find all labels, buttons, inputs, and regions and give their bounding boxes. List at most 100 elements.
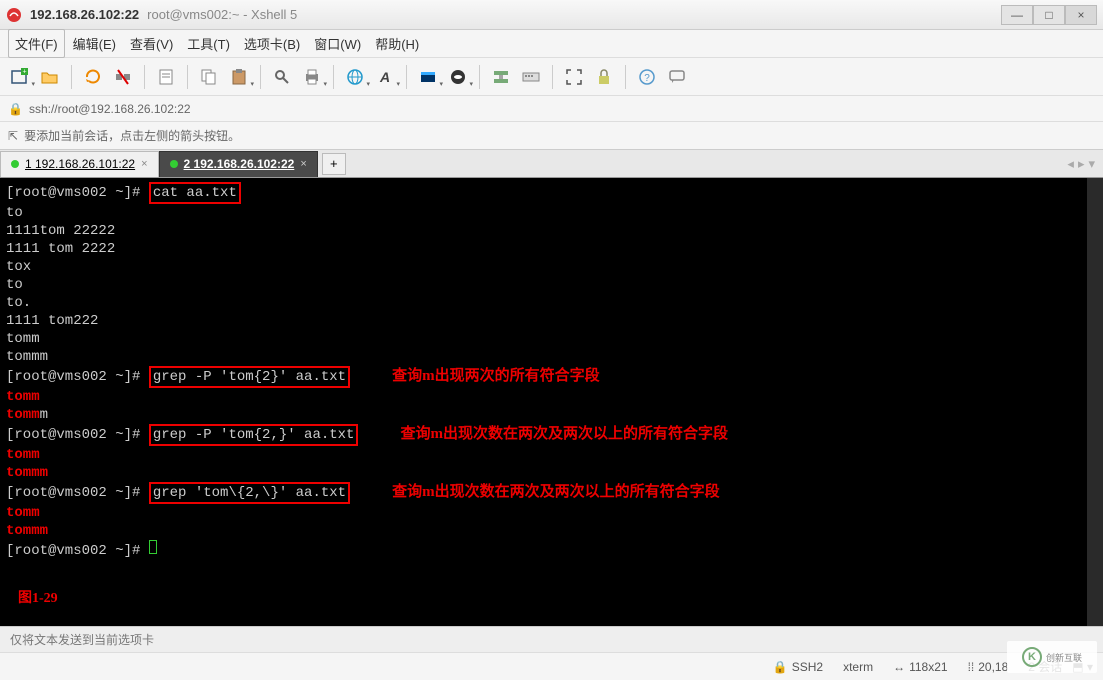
tab-label: 2 192.168.26.102:22 (184, 157, 295, 171)
separator (71, 65, 72, 89)
globe-icon[interactable]: ▾ (343, 65, 367, 89)
color-scheme-icon[interactable]: ▾ (416, 65, 440, 89)
cursor-icon (149, 540, 157, 554)
terminal-output: tomm (6, 504, 1097, 522)
new-session-icon[interactable]: +▾ (8, 65, 32, 89)
terminal-output: tomm (6, 446, 1097, 464)
tab-close-icon[interactable]: × (141, 158, 147, 170)
svg-text:A: A (379, 69, 390, 85)
statusbar: 🔒SSH2 xterm ↔118x21 ⁞⁞20,18 2 会话⬒ ▾ (0, 652, 1103, 680)
annotation: 查询m出现次数在两次及两次以上的所有符合字段 (400, 426, 728, 442)
separator (144, 65, 145, 89)
menu-window[interactable]: 窗口(W) (308, 30, 367, 57)
script-icon[interactable]: ▾ (446, 65, 470, 89)
tabbar: 1 192.168.26.101:22 × 2 192.168.26.102:2… (0, 150, 1103, 178)
status-dot-icon (11, 160, 19, 168)
properties-icon[interactable] (154, 65, 178, 89)
terminal-output: tommm (6, 406, 1097, 424)
lock-icon[interactable] (592, 65, 616, 89)
separator (625, 65, 626, 89)
font-icon[interactable]: A▾ (373, 65, 397, 89)
chat-icon[interactable] (665, 65, 689, 89)
addressbar: 🔒 ssh://root@192.168.26.102:22 (0, 96, 1103, 122)
maximize-button[interactable]: □ (1033, 5, 1065, 25)
menubar: 文件(F) 编辑(E) 查看(V) 工具(T) 选项卡(B) 窗口(W) 帮助(… (0, 30, 1103, 58)
menu-tools[interactable]: 工具(T) (181, 30, 236, 57)
menu-file[interactable]: 文件(F) (8, 29, 65, 58)
lock-small-icon: 🔒 (8, 102, 23, 116)
tab-menu-icon[interactable]: ▾ (1088, 156, 1095, 172)
cmd-highlight: cat aa.txt (149, 182, 241, 204)
find-icon[interactable] (270, 65, 294, 89)
session-tab-2[interactable]: 2 192.168.26.102:22 × (159, 151, 318, 177)
terminal-output: to. (6, 294, 1097, 312)
tab-close-icon[interactable]: × (300, 158, 306, 170)
separator (187, 65, 188, 89)
send-mode-hint: 仅将文本发送到当前选项卡 (0, 626, 1103, 652)
terminal-output: tox (6, 258, 1097, 276)
annotation: 查询m出现次数在两次及两次以上的所有符合字段 (392, 484, 720, 500)
terminal-output: tommm (6, 348, 1097, 366)
terminal-output: tomm (6, 388, 1097, 406)
menu-edit[interactable]: 编辑(E) (67, 30, 122, 57)
hintbar: ⇱ 要添加当前会话，点击左侧的箭头按钮。 (0, 122, 1103, 150)
window-title-main: 192.168.26.102:22 (30, 7, 139, 22)
figure-label: 图1-29 (18, 590, 58, 608)
window-title-sub: root@vms002:~ - Xshell 5 (147, 7, 297, 22)
session-tab-1[interactable]: 1 192.168.26.101:22 × (0, 151, 159, 177)
address-url[interactable]: ssh://root@192.168.26.102:22 (29, 102, 191, 116)
status-cursor: ⁞⁞20,18 (968, 660, 1009, 674)
help-icon[interactable]: ? (635, 65, 659, 89)
watermark-label: 创新互联 (1046, 651, 1082, 664)
copy-icon[interactable] (197, 65, 221, 89)
menu-view[interactable]: 查看(V) (124, 30, 179, 57)
tab-add-button[interactable]: + (322, 153, 346, 175)
paste-icon[interactable]: ▾ (227, 65, 251, 89)
status-protocol: 🔒SSH2 (773, 660, 823, 674)
cmd-highlight: grep -P 'tom{2}' aa.txt (149, 366, 350, 388)
transfer-icon[interactable] (489, 65, 513, 89)
status-term: xterm (843, 660, 873, 674)
menu-tab[interactable]: 选项卡(B) (238, 30, 306, 57)
status-dot-icon (170, 160, 178, 168)
disconnect-icon[interactable] (111, 65, 135, 89)
separator (260, 65, 261, 89)
tab-next-icon[interactable]: ▸ (1078, 156, 1085, 172)
terminal-output: to (6, 276, 1097, 294)
terminal-output: 1111 tom222 (6, 312, 1097, 330)
svg-text:+: + (22, 68, 26, 75)
scrollbar-vertical[interactable] (1087, 178, 1103, 626)
reconnect-icon[interactable] (81, 65, 105, 89)
menu-help[interactable]: 帮助(H) (369, 30, 425, 57)
open-folder-icon[interactable] (38, 65, 62, 89)
watermark-icon: K (1022, 647, 1042, 667)
fullscreen-icon[interactable] (562, 65, 586, 89)
separator (406, 65, 407, 89)
keyboard-icon[interactable] (519, 65, 543, 89)
titlebar: 192.168.26.102:22 root@vms002:~ - Xshell… (0, 0, 1103, 30)
separator (479, 65, 480, 89)
tab-prev-icon[interactable]: ◂ (1067, 156, 1074, 172)
close-button[interactable]: × (1065, 5, 1097, 25)
status-size: ↔118x21 (893, 660, 947, 674)
tab-nav: ◂ ▸ ▾ (1067, 156, 1103, 172)
hint-text: 要添加当前会话，点击左侧的箭头按钮。 (24, 127, 240, 144)
separator (552, 65, 553, 89)
print-icon[interactable]: ▾ (300, 65, 324, 89)
arrow-hint-icon[interactable]: ⇱ (8, 129, 18, 143)
terminal[interactable]: [root@vms002 ~]# cat aa.txt to 1111tom 2… (0, 178, 1103, 626)
app-icon (6, 7, 22, 23)
terminal-output: tomm (6, 330, 1097, 348)
terminal-output: tommm (6, 522, 1097, 540)
toolbar: +▾ ▾ ▾ ▾ A▾ ▾ ▾ ? (0, 58, 1103, 96)
watermark: K 创新互联 (1007, 641, 1097, 673)
terminal-output: to (6, 204, 1097, 222)
svg-text:?: ? (644, 73, 650, 84)
tab-label: 1 192.168.26.101:22 (25, 157, 135, 171)
cmd-highlight: grep 'tom\{2,\}' aa.txt (149, 482, 350, 504)
annotation: 查询m出现两次的所有符合字段 (392, 368, 600, 384)
separator (333, 65, 334, 89)
terminal-output: tommm (6, 464, 1097, 482)
cmd-highlight: grep -P 'tom{2,}' aa.txt (149, 424, 359, 446)
minimize-button[interactable]: — (1001, 5, 1033, 25)
